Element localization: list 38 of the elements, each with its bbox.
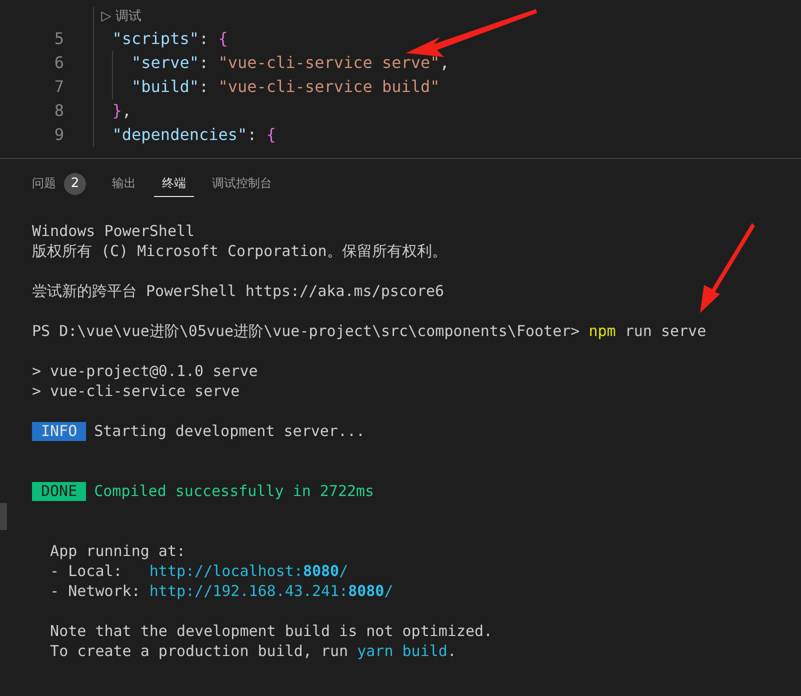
terminal-text: Note that the development build is not optimized. [49,621,493,641]
terminal-text: PS D:\vue\vue进阶\05vue进阶\vue-project\src\components\Footer> [32,321,581,341]
panel-tab[interactable]: 输出 [104,171,144,197]
code-line: "build": "vue-cli-service build" [93,75,440,99]
line-number: 6 [53,52,64,74]
panel-tab[interactable]: 调试控制台 [204,171,280,197]
terminal-text: 尝试新的跨平台 PowerShell https://aka.ms/pscore6 [32,281,444,301]
command-text: npm [588,321,616,341]
scrollbar-thumb[interactable] [0,503,7,530]
panel-tab[interactable]: 问题 2 [24,168,94,200]
terminal-text: Windows PowerShell [32,221,195,241]
line-number: 5 [53,28,64,50]
line-number: 8 [53,100,64,122]
url-link[interactable]: http://localhost:8080/ [149,561,348,581]
status-badge: DONE [32,482,86,500]
panel-tab[interactable]: 终端 [154,171,194,197]
code-line: "dependencies": { [93,123,276,147]
terminal-text: > vue-project@0.1.0 serve [32,361,258,381]
terminal-text: - Network: [49,581,142,601]
terminal-text: . [447,641,456,661]
success-message: Compiled successfully in 2722ms [94,481,374,501]
terminal-text: run serve [624,321,706,341]
code-line: "scripts": { [93,27,228,51]
terminal-text: > vue-cli-service serve [32,381,240,401]
code-line: "serve": "vue-cli-service serve", [93,51,450,75]
terminal-text: - Local: [49,561,124,581]
line-number: 7 [53,76,64,98]
terminal-text: 版权所有 (C) Microsoft Corporation。保留所有权利。 [32,241,447,261]
terminal-text: To create a production build, run [49,641,350,661]
terminal-text: App running at: [49,541,186,561]
debug-codelens[interactable]: ▷ 调试 [93,7,142,27]
terminal-text: Starting development server... [94,421,366,441]
line-number: 9 [53,124,64,146]
count-badge: 2 [64,172,86,194]
url-link[interactable]: yarn build [357,641,448,661]
url-link[interactable]: http://192.168.43.241:8080/ [149,581,394,601]
status-badge: INFO [32,422,86,440]
code-line: }, [93,99,132,123]
